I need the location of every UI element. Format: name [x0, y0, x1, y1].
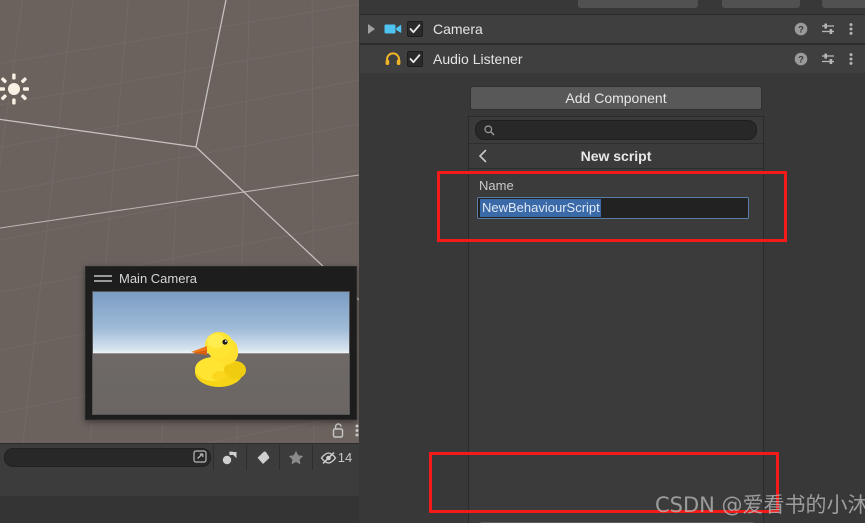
scene-search-input[interactable]: [4, 448, 211, 467]
camera-icon: [382, 23, 404, 35]
component-actions-camera: ?: [794, 22, 865, 36]
inspector-top-strip: [360, 0, 865, 14]
hidden-objects-button[interactable]: 14: [312, 444, 359, 471]
inspector-body: Add Component New script Name NewBehavio…: [360, 73, 865, 523]
top-toolbar-stub-1[interactable]: [578, 0, 698, 8]
component-actions-audio-listener: ?: [794, 52, 865, 66]
help-icon[interactable]: ?: [794, 22, 808, 36]
component-row-camera[interactable]: Camera ?: [360, 14, 865, 44]
kebab-menu-icon[interactable]: [355, 423, 359, 438]
script-name-field[interactable]: NewBehaviourScript: [477, 197, 749, 219]
chevron-right-icon: [367, 24, 375, 34]
hidden-objects-count: 14: [337, 450, 353, 465]
component-name-camera: Camera: [433, 21, 483, 37]
script-name-label: Name: [479, 178, 514, 193]
headphones-icon: [382, 52, 404, 66]
add-component-button[interactable]: Add Component: [470, 86, 762, 110]
scene-lower-panel: [0, 470, 359, 496]
tag-button[interactable]: [246, 444, 279, 471]
scene-view[interactable]: Main Camera: [0, 0, 359, 443]
camera-preview-title: Main Camera: [119, 270, 198, 286]
layers-icon: [222, 451, 237, 465]
preset-icon[interactable]: [821, 52, 836, 66]
svg-text:?: ?: [798, 55, 804, 66]
scene-toolbar[interactable]: 14: [0, 443, 359, 471]
camera-preview-render: [92, 291, 350, 415]
dropdown-title: New script: [580, 148, 652, 164]
kebab-menu-icon[interactable]: [849, 22, 853, 36]
camera-preview-window[interactable]: Main Camera: [85, 266, 357, 420]
preset-icon[interactable]: [821, 22, 836, 36]
favorite-button[interactable]: [279, 444, 312, 471]
expand-search-icon[interactable]: [193, 450, 207, 463]
camera-enabled-checkbox[interactable]: [407, 21, 423, 37]
chevron-left-icon[interactable]: [477, 149, 489, 163]
dropdown-header: New script: [469, 143, 763, 169]
scene-status-bar: [0, 496, 359, 523]
foldout-toggle-camera[interactable]: [360, 24, 382, 34]
component-search-input[interactable]: [475, 120, 757, 140]
scene-overlay-controls: [0, 418, 359, 443]
magnifier-icon: [484, 124, 495, 135]
hidden-objects-icon: [320, 451, 337, 464]
layers-button[interactable]: [213, 444, 246, 471]
add-component-dropdown[interactable]: New script Name NewBehaviourScript Creat…: [468, 116, 764, 523]
rubber-duck-model: [191, 332, 246, 387]
top-toolbar-stub-2[interactable]: [722, 0, 800, 8]
new-script-form: Name NewBehaviourScript: [469, 169, 763, 523]
watermark: CSDN @爱看书的小沐: [655, 493, 865, 517]
favorite-star-icon: [288, 450, 304, 465]
component-row-audio-listener[interactable]: Audio Listener ?: [360, 44, 865, 74]
audio-listener-enabled-checkbox[interactable]: [407, 51, 423, 67]
top-toolbar-stub-3[interactable]: [822, 0, 865, 8]
svg-text:?: ?: [798, 25, 804, 36]
dropdown-search-row: [469, 117, 763, 143]
unlocked-padlock-icon[interactable]: [332, 423, 345, 438]
camera-preview-titlebar[interactable]: Main Camera: [86, 267, 356, 289]
tag-icon: [257, 451, 270, 464]
help-icon[interactable]: ?: [794, 52, 808, 66]
kebab-menu-icon[interactable]: [849, 52, 853, 66]
component-name-audio-listener: Audio Listener: [433, 51, 523, 67]
directional-light-sun-icon[interactable]: [0, 72, 34, 106]
drag-handle-icon[interactable]: [94, 274, 112, 283]
script-name-value: NewBehaviourScript: [480, 199, 601, 217]
inspector-panel[interactable]: Camera ? Audio Listener ? Add Component …: [360, 0, 865, 523]
